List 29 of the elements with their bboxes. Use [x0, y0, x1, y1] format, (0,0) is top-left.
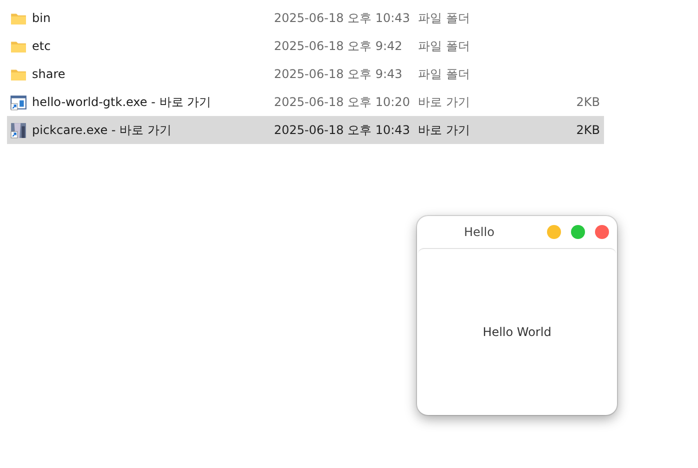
window-control-button[interactable]	[571, 225, 585, 239]
file-type: 파일 폴더	[418, 66, 471, 82]
window-title: Hello	[464, 225, 494, 239]
window-control-button[interactable]	[595, 225, 609, 239]
shortcut-icon	[10, 122, 27, 138]
body-text: Hello World	[482, 324, 552, 338]
file-type: 바로 가기	[418, 122, 471, 138]
file-name: share	[32, 67, 66, 81]
file-type: 파일 폴더	[418, 10, 471, 26]
file-row[interactable]: hello-world-gtk.exe - 바로 가기 2025-06-18 오후 10:20 바로 가기 2KB	[7, 88, 604, 116]
file-name: etc	[32, 39, 51, 53]
file-size: 2KB	[576, 123, 600, 137]
file-row[interactable]: share 2025-06-18 오후 9:43 파일 폴더	[7, 60, 604, 88]
file-row[interactable]: pickcare.exe - 바로 가기 2025-06-18 오후 10:43 바로 가기 2KB	[7, 116, 604, 144]
shortcut-icon	[10, 94, 27, 110]
file-row[interactable]: etc 2025-06-18 오후 9:42 파일 폴더	[7, 32, 604, 60]
file-size: 2KB	[576, 95, 600, 109]
window-control-button[interactable]	[547, 225, 561, 239]
modified-date: 2025-06-18 오후 10:43	[274, 122, 411, 138]
file-name: pickcare.exe - 바로 가기	[32, 122, 172, 138]
file-type: 파일 폴더	[418, 38, 471, 54]
file-name: hello-world-gtk.exe - 바로 가기	[32, 94, 212, 110]
modified-date: 2025-06-18 오후 10:20	[274, 94, 411, 110]
modified-date: 2025-06-18 오후 9:42	[274, 38, 404, 54]
modified-date: 2025-06-18 오후 10:43	[274, 10, 411, 26]
file-type: 바로 가기	[418, 94, 471, 110]
file-row[interactable]: bin 2025-06-18 오후 10:43 파일 폴더	[7, 4, 604, 32]
modified-date: 2025-06-18 오후 9:43	[274, 66, 404, 82]
file-name: bin	[32, 11, 51, 25]
